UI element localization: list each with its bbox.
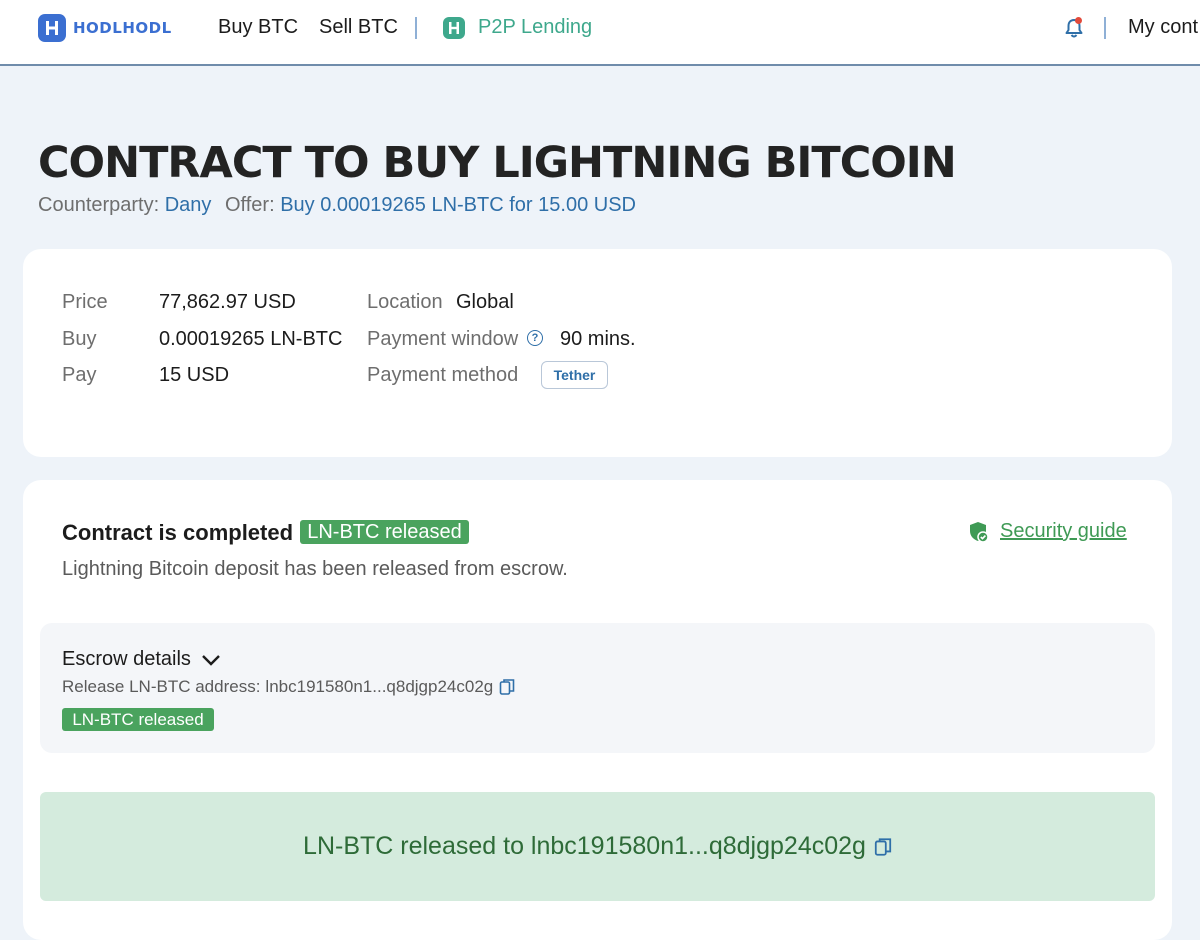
nav-divider-right: [1104, 17, 1106, 39]
payment-method-label: Payment method: [367, 364, 519, 386]
escrow-details-toggle[interactable]: Escrow details: [62, 648, 222, 671]
banner-copy-icon[interactable]: [874, 837, 892, 857]
shield-check-icon: [970, 521, 989, 543]
payment-window-value: 90 mins.: [560, 328, 636, 350]
status-description: Lightning Bitcoin deposit has been relea…: [62, 558, 568, 580]
price-label: Price: [62, 291, 108, 313]
release-address-value: lnbc191580n1...q8djgp24c02g: [265, 677, 494, 696]
location-label: Location: [367, 291, 443, 313]
released-banner: LN-BTC released to lnbc191580n1...q8djgp…: [40, 792, 1155, 901]
price-value: 77,862.97 USD: [159, 291, 296, 313]
logo-wordmark: HODLHODL: [73, 19, 172, 37]
pay-value: 15 USD: [159, 364, 230, 386]
buy-value: 0.00019265 LN-BTC: [159, 328, 343, 350]
offer-link[interactable]: Buy 0.00019265 LN-BTC for 15.00 USD: [280, 194, 636, 216]
location-value: Global: [456, 291, 514, 313]
notification-dot: [1075, 17, 1082, 24]
escrow-status-badge: LN-BTC released: [62, 708, 214, 731]
nav-sell-btc[interactable]: Sell BTC: [319, 16, 398, 39]
nav-my-contracts[interactable]: My cont: [1128, 16, 1198, 39]
logo-mark-icon: [38, 14, 66, 42]
status-badge: LN-BTC released: [300, 520, 469, 544]
payment-method-badge: Tether: [541, 361, 608, 389]
escrow-details-heading: Escrow details: [62, 648, 191, 670]
top-nav: HODLHODL Buy BTC Sell BTC P2P Lending My…: [0, 0, 1200, 66]
buy-label: Buy: [62, 328, 97, 350]
pay-label: Pay: [62, 364, 97, 386]
help-icon[interactable]: ?: [527, 330, 543, 346]
contract-subline: Counterparty: Dany Offer: Buy 0.00019265…: [38, 194, 636, 217]
contract-details-card: [23, 249, 1172, 457]
released-banner-text: LN-BTC released to lnbc191580n1...q8djgp…: [303, 832, 866, 860]
nav-p2p-lending[interactable]: P2P Lending: [478, 16, 592, 39]
hodlhodl-logo[interactable]: HODLHODL: [38, 14, 172, 42]
counterparty-link[interactable]: Dany: [165, 194, 212, 216]
offer-label: Offer:: [225, 194, 275, 216]
security-guide-label: Security guide: [1000, 520, 1127, 542]
payment-window-label: Payment window: [367, 328, 519, 350]
chevron-down-icon: [202, 654, 220, 666]
status-title: Contract is completed: [62, 520, 294, 545]
counterparty-label: Counterparty:: [38, 194, 160, 216]
nav-buy-btc[interactable]: Buy BTC: [218, 16, 298, 39]
security-guide-link[interactable]: Security guide: [968, 520, 1127, 543]
release-address-row: Release LN-BTC address: lnbc191580n1...q…: [62, 677, 515, 697]
copy-icon[interactable]: [499, 678, 515, 696]
release-address-label: Release LN-BTC address:: [62, 677, 261, 696]
p2p-lending-icon: [443, 17, 465, 39]
nav-divider: [415, 17, 417, 39]
page-title: CONTRACT TO BUY LIGHTNING BITCOIN: [38, 138, 957, 188]
